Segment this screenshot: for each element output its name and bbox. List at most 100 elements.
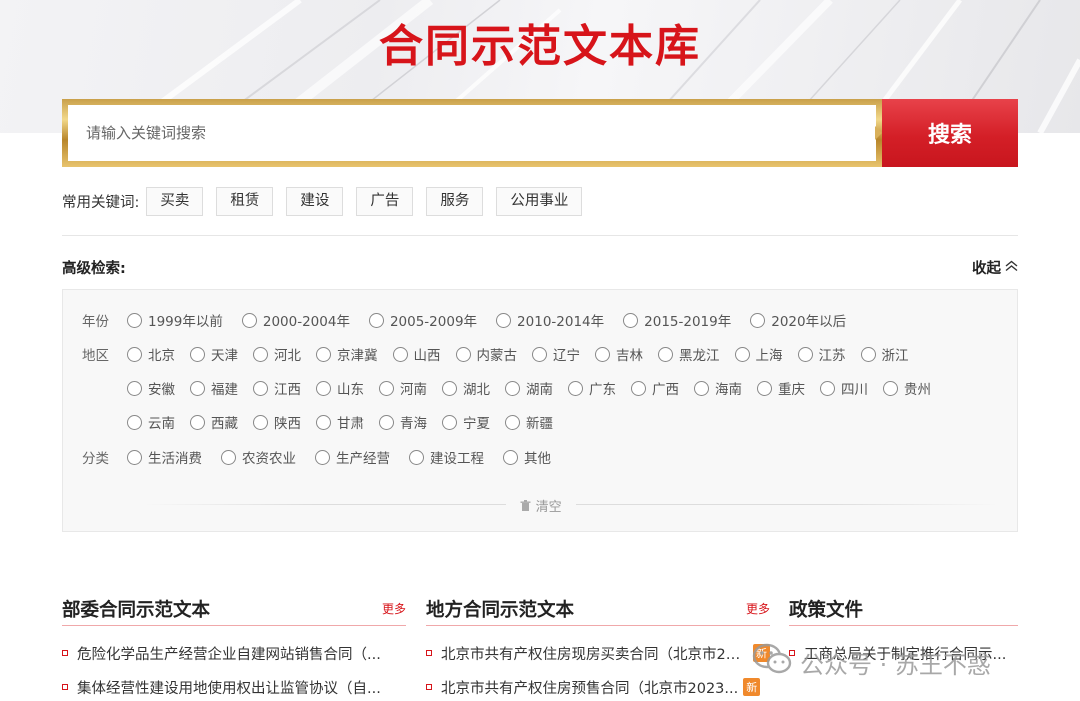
region-option[interactable]: 甘肃 — [316, 412, 364, 432]
region-option[interactable]: 广西 — [631, 378, 679, 398]
region-option[interactable]: 上海 — [734, 344, 783, 364]
column-title: 政策文件 — [789, 600, 864, 621]
clear-filters: 清空 — [63, 496, 1019, 515]
region-option[interactable]: 黑龙江 — [658, 344, 720, 364]
radio-icon — [505, 414, 520, 430]
region-option[interactable]: 安徽 — [127, 378, 175, 398]
list-item[interactable]: 北京市共有产权住房预售合同（北京市2023... 新 — [426, 670, 770, 701]
column-header: 地方合同示范文本 更多 — [426, 596, 770, 626]
region-option[interactable]: 贵州 — [883, 378, 931, 398]
news-list: 危险化学品生产经营企业自建网站销售合同（... 集体经营性建设用地使用权出让监管… — [62, 636, 406, 701]
region-option[interactable]: 福建 — [190, 378, 238, 398]
filter-label-category: 分类 — [82, 451, 109, 467]
list-item[interactable]: 集体经营性建设用地使用权出让监管协议（自... — [62, 670, 406, 701]
radio-icon — [127, 346, 142, 362]
more-link[interactable]: 更多 — [746, 600, 770, 617]
search-button[interactable]: 搜索 — [875, 99, 1018, 167]
radio-icon — [127, 312, 142, 328]
radio-icon — [409, 449, 424, 465]
region-option[interactable]: 湖南 — [505, 378, 553, 398]
radio-icon — [442, 380, 457, 396]
region-option[interactable]: 宁夏 — [442, 412, 490, 432]
region-option[interactable]: 山东 — [316, 378, 364, 398]
common-keywords: 常用关键词: 买卖 租赁 建设 广告 服务 公用事业 — [62, 186, 595, 216]
bullet-icon — [62, 650, 68, 656]
collapse-button[interactable]: 收起 — [972, 257, 1018, 278]
region-option[interactable]: 浙江 — [860, 344, 909, 364]
region-option[interactable]: 北京 — [127, 344, 175, 364]
bullet-icon — [62, 684, 68, 690]
keyword-tag[interactable]: 公用事业 — [496, 186, 583, 216]
keyword-tag[interactable]: 服务 — [426, 186, 484, 216]
column-title: 地方合同示范文本 — [426, 600, 575, 621]
radio-icon — [820, 380, 835, 396]
year-option[interactable]: 2015-2019年 — [623, 310, 731, 330]
radio-icon — [623, 312, 639, 328]
region-option[interactable]: 四川 — [820, 378, 868, 398]
clear-label: 清空 — [535, 500, 562, 515]
region-option[interactable]: 西藏 — [190, 412, 238, 432]
radio-icon — [127, 380, 142, 396]
category-option[interactable]: 生产经营 — [315, 447, 390, 467]
category-option[interactable]: 其他 — [503, 447, 551, 467]
keyword-tag[interactable]: 广告 — [356, 186, 414, 216]
region-option[interactable]: 天津 — [190, 344, 238, 364]
region-option[interactable]: 京津冀 — [316, 344, 378, 364]
region-option[interactable]: 广东 — [568, 378, 616, 398]
keyword-tag[interactable]: 建设 — [286, 186, 344, 216]
region-option[interactable]: 青海 — [379, 412, 427, 432]
search-bar: 搜索 — [62, 99, 1018, 167]
more-link[interactable]: 更多 — [382, 600, 406, 617]
region-option[interactable]: 新疆 — [505, 412, 553, 432]
year-option[interactable]: 2000-2004年 — [241, 310, 350, 330]
radio-icon — [631, 380, 646, 396]
radio-icon — [734, 346, 750, 362]
chevron-up-icon — [1005, 260, 1018, 276]
region-option[interactable]: 内蒙古 — [455, 344, 517, 364]
filter-label-region: 地区 — [82, 348, 109, 364]
list-item[interactable]: 北京市共有产权住房现房买卖合同（北京市20...新 — [426, 636, 770, 670]
region-option[interactable]: 河北 — [253, 344, 301, 364]
keyword-tag[interactable]: 买卖 — [146, 186, 204, 216]
filter-label-year: 年份 — [82, 314, 109, 330]
radio-icon — [658, 346, 673, 362]
radio-icon — [568, 380, 583, 396]
region-option[interactable]: 吉林 — [595, 344, 643, 364]
region-option[interactable]: 重庆 — [757, 378, 805, 398]
radio-icon — [379, 380, 394, 396]
filter-row-region: 地区 北京 天津 河北 京津冀 山西 内蒙古 辽宁 吉林 黑龙江 上海 江苏 浙… — [63, 344, 924, 364]
region-option[interactable]: 云南 — [127, 412, 175, 432]
region-option[interactable]: 陕西 — [253, 412, 301, 432]
filter-row-region-2: 安徽 福建 江西 山东 河南 湖北 湖南 广东 广西 海南 重庆 四川 贵州 — [63, 378, 946, 398]
category-option[interactable]: 生活消费 — [127, 447, 202, 467]
search-input-frame — [62, 99, 882, 167]
region-option[interactable]: 江苏 — [797, 344, 846, 364]
local-contracts-column: 地方合同示范文本 更多 北京市共有产权住房现房买卖合同（北京市20...新 北京… — [426, 596, 770, 701]
region-option[interactable]: 辽宁 — [532, 344, 580, 364]
region-option[interactable]: 山西 — [392, 344, 441, 364]
year-option[interactable]: 2020年以后 — [750, 310, 846, 330]
wechat-icon — [752, 642, 792, 682]
region-option[interactable]: 海南 — [694, 378, 742, 398]
search-input[interactable] — [68, 105, 876, 161]
watermark: 公众号 · 苏王不惑 — [752, 642, 991, 682]
region-option[interactable]: 河南 — [379, 378, 427, 398]
list-item[interactable]: 危险化学品生产经营企业自建网站销售合同（... — [62, 636, 406, 670]
bullet-icon — [426, 684, 432, 690]
category-option[interactable]: 建设工程 — [409, 447, 484, 467]
radio-icon — [595, 346, 610, 362]
year-option[interactable]: 2010-2014年 — [496, 310, 604, 330]
region-option[interactable]: 江西 — [253, 378, 301, 398]
year-option[interactable]: 2005-2009年 — [368, 310, 477, 330]
page-title: 合同示范文本库 — [379, 21, 701, 72]
keyword-tag[interactable]: 租赁 — [216, 186, 274, 216]
category-option[interactable]: 农资农业 — [221, 447, 296, 467]
radio-icon — [316, 380, 331, 396]
radio-icon — [797, 346, 813, 362]
radio-icon — [503, 449, 518, 465]
year-option[interactable]: 1999年以前 — [127, 310, 223, 330]
region-option[interactable]: 湖北 — [442, 378, 490, 398]
radio-icon — [127, 449, 142, 465]
clear-button[interactable]: 清空 — [506, 500, 576, 515]
ministry-contracts-column: 部委合同示范文本 更多 危险化学品生产经营企业自建网站销售合同（... 集体经营… — [62, 596, 406, 701]
